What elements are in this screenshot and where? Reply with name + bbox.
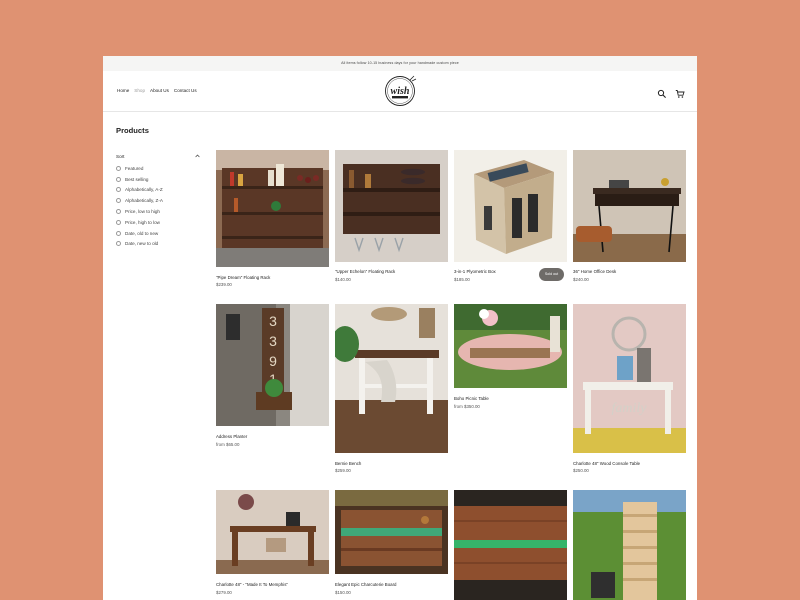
product-price: $239.00 [216, 282, 232, 287]
sort-option-date-new-old[interactable]: Date, new to old [116, 239, 200, 250]
storefront-window: All items follow 10-15 business days for… [103, 56, 697, 600]
product-name[interactable]: 36" Home Office Desk [573, 269, 686, 275]
product-price: $140.00 [335, 277, 351, 282]
product-image-upper-echelon-rack[interactable] [335, 150, 448, 262]
sold-out-badge: Sold out [539, 268, 564, 281]
logo-mark: wish [385, 75, 417, 106]
sort-option-featured[interactable]: Featured [116, 163, 200, 174]
product-price: $259.00 [335, 468, 351, 473]
product-price: $279.00 [216, 590, 232, 595]
product-name[interactable]: Charlotte 48" Wood Console Table [573, 461, 686, 467]
sort-label: Sort [116, 153, 125, 159]
announcement-bar: All items follow 10-15 business days for… [103, 56, 697, 71]
product-name[interactable]: Bernie Bench [335, 461, 448, 467]
radio-icon [116, 241, 121, 247]
sort-option-label: Price, low to high [125, 209, 160, 215]
sort-option-alpha-az[interactable]: Alphabetically, A-Z [116, 185, 200, 196]
product-name[interactable]: "Pipe Dream" Floating Rack [216, 275, 329, 281]
nav-contact-us[interactable]: Contact Us [174, 87, 197, 95]
radio-icon [116, 176, 121, 182]
sort-option-label: Date, old to new [125, 230, 159, 236]
product-price: $250.00 [573, 468, 589, 473]
product-image-epoxy-board[interactable] [454, 490, 567, 600]
page-title: Products [116, 126, 149, 135]
radio-icon [116, 209, 121, 215]
nav-shop[interactable]: Shop [134, 87, 145, 95]
product-grid: "Pipe Dream" Floating Rack $239.00 "Uppe… [216, 150, 686, 600]
nav-home[interactable]: Home [117, 87, 129, 95]
product-price: from $350.00 [454, 404, 480, 409]
svg-text:wish: wish [391, 86, 410, 97]
svg-text:3: 3 [269, 333, 277, 349]
radio-icon [116, 198, 121, 204]
product-image-charlotte-memphis[interactable] [216, 490, 329, 574]
product-name[interactable]: "Upper Echelon" Floating Rack [335, 269, 448, 275]
sort-option-price-high-low[interactable]: Price, high to low [116, 217, 200, 228]
radio-icon [116, 187, 121, 193]
radio-icon [116, 165, 121, 171]
sort-option-label: Alphabetically, A-Z [125, 187, 163, 193]
search-icon[interactable] [657, 86, 667, 98]
nav-about-us[interactable]: About Us [150, 87, 169, 95]
sort-option-label: Alphabetically, Z-A [125, 198, 163, 204]
product-image-plyometric-box[interactable] [454, 150, 567, 262]
svg-text:3: 3 [269, 313, 277, 329]
product-name[interactable]: Address Planter [216, 434, 329, 440]
radio-icon [116, 230, 121, 236]
product-image-home-office-desk[interactable] [573, 150, 686, 262]
product-image-giant-tumble-tower[interactable] [573, 490, 686, 600]
sort-option-price-low-high[interactable]: Price, low to high [116, 206, 200, 217]
svg-text:9: 9 [269, 353, 277, 369]
sort-toggle[interactable]: Sort [116, 152, 200, 160]
sort-option-alpha-za[interactable]: Alphabetically, Z-A [116, 195, 200, 206]
product-image-charlotte-console-table[interactable]: family [573, 304, 686, 453]
product-name[interactable]: Charlotte 48" - "Made It To Memphis" [216, 582, 329, 588]
sort-option-date-old-new[interactable]: Date, old to new [116, 228, 200, 239]
product-image-bernie-bench[interactable] [335, 304, 448, 453]
product-name[interactable]: Boho Picnic Table [454, 396, 567, 402]
product-image-pipe-dream-rack[interactable] [216, 150, 329, 267]
product-price: $240.00 [573, 277, 589, 282]
product-price: $150.00 [335, 590, 351, 595]
brand-logo[interactable]: wish [383, 74, 417, 108]
sort-sidebar: Sort Featured Best selling Alphabeticall… [116, 152, 200, 249]
main-nav: Home Shop About Us Contact Us [117, 87, 197, 95]
product-image-boho-picnic-table[interactable] [454, 304, 567, 388]
product-image-charcuterie-board[interactable] [335, 490, 448, 574]
product-price: from $65.00 [216, 442, 240, 447]
sort-option-label: Price, high to low [125, 219, 160, 225]
chevron-up-icon [195, 154, 200, 158]
header-actions [657, 86, 685, 98]
sort-option-label: Best selling [125, 176, 149, 182]
product-name[interactable]: Elegant Epic Charcuterie Board [335, 582, 448, 588]
product-image-address-planter[interactable]: 3 3 9 1 [216, 304, 329, 426]
site-header: Home Shop About Us Contact Us wish [103, 71, 697, 112]
svg-text:family: family [612, 401, 648, 416]
sort-option-label: Date, new to old [125, 241, 159, 247]
radio-icon [116, 219, 121, 225]
sort-option-best-selling[interactable]: Best selling [116, 174, 200, 185]
cart-icon[interactable] [675, 86, 685, 98]
sort-option-label: Featured [125, 165, 144, 171]
